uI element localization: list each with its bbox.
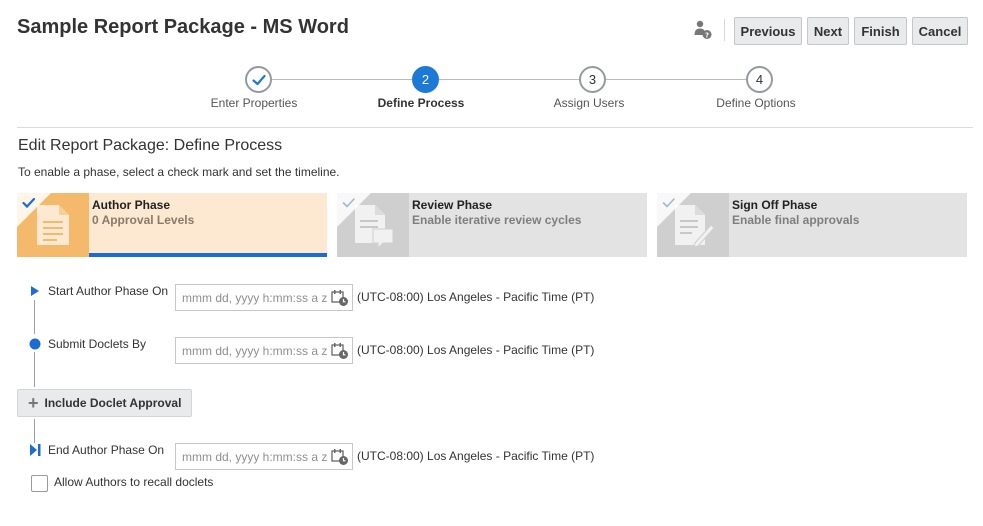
previous-button[interactable]: Previous (734, 17, 802, 45)
train-connector (606, 79, 746, 80)
start-date-input[interactable]: mmm dd, yyyy h:mm:ss a z (175, 284, 353, 311)
start-date-placeholder: mmm dd, yyyy h:mm:ss a z (182, 290, 328, 305)
allow-recall-checkbox[interactable] (31, 475, 48, 492)
end-date-placeholder: mmm dd, yyyy h:mm:ss a z (182, 449, 328, 464)
next-button[interactable]: Next (807, 17, 849, 45)
submit-date-input[interactable]: mmm dd, yyyy h:mm:ss a z (175, 337, 353, 364)
wizard-step-1[interactable] (245, 66, 272, 93)
wizard-step-2[interactable]: 2 (412, 66, 439, 93)
phase-card-signoff[interactable]: Sign Off Phase Enable final approvals (657, 193, 967, 257)
submit-timezone: (UTC-08:00) Los Angeles - Pacific Time (… (357, 343, 595, 357)
allow-recall-label[interactable]: Allow Authors to recall doclets (54, 475, 213, 489)
wizard-step-3[interactable]: 3 (579, 66, 606, 93)
finish-button[interactable]: Finish (854, 17, 907, 45)
divider (17, 127, 973, 128)
phase-description: 0 Approval Levels (92, 213, 195, 227)
submit-doclets-label: Submit Doclets By (48, 337, 147, 351)
wizard-step-4[interactable]: 4 (746, 66, 773, 93)
instruction-text: To enable a phase, select a check mark a… (18, 165, 340, 179)
include-doclet-approval-button[interactable]: + Include Doclet Approval (17, 389, 192, 417)
start-author-phase-label: Start Author Phase On (48, 284, 169, 298)
wizard-step-4-label[interactable]: Define Options (716, 96, 795, 110)
wizard-step-1-label[interactable]: Enter Properties (211, 96, 298, 110)
check-icon[interactable] (342, 197, 356, 209)
timeline-line (34, 352, 35, 387)
phase-name: Sign Off Phase (732, 198, 818, 212)
train-connector (439, 79, 579, 80)
svg-text:?: ? (705, 31, 709, 39)
phase-name: Review Phase (412, 198, 493, 212)
plus-icon: + (28, 393, 39, 413)
end-timezone: (UTC-08:00) Los Angeles - Pacific Time (… (357, 449, 595, 463)
start-timezone: (UTC-08:00) Los Angeles - Pacific Time (… (357, 290, 595, 304)
phase-name: Author Phase (92, 198, 171, 212)
calendar-clock-icon[interactable] (331, 342, 349, 360)
end-marker-icon (30, 444, 41, 456)
check-icon (251, 74, 266, 85)
page-title: Sample Report Package - MS Word (17, 16, 349, 38)
wizard-step-2-label[interactable]: Define Process (378, 96, 465, 110)
timeline-line (34, 300, 35, 334)
phase-card-review[interactable]: Review Phase Enable iterative review cyc… (337, 193, 647, 257)
train-connector (272, 79, 412, 80)
calendar-clock-icon[interactable] (331, 448, 349, 466)
phase-card-author[interactable]: Author Phase 0 Approval Levels (17, 193, 327, 257)
section-title: Edit Report Package: Define Process (18, 137, 283, 154)
check-icon[interactable] (22, 197, 36, 209)
phase-description: Enable iterative review cycles (412, 213, 582, 227)
phase-description: Enable final approvals (732, 213, 860, 227)
wizard-step-3-label[interactable]: Assign Users (554, 96, 625, 110)
calendar-clock-icon[interactable] (331, 289, 349, 307)
toolbar-separator (724, 19, 725, 41)
submit-date-placeholder: mmm dd, yyyy h:mm:ss a z (182, 343, 328, 358)
check-icon[interactable] (662, 197, 676, 209)
cancel-button[interactable]: Cancel (912, 17, 968, 45)
submit-marker-icon (29, 338, 41, 350)
include-doclet-approval-label: Include Doclet Approval (44, 396, 182, 410)
end-date-input[interactable]: mmm dd, yyyy h:mm:ss a z (175, 443, 353, 470)
start-marker-icon (31, 286, 39, 296)
timeline-line (34, 419, 35, 443)
user-help-icon[interactable]: ? (694, 20, 712, 40)
end-author-phase-label: End Author Phase On (48, 443, 165, 457)
